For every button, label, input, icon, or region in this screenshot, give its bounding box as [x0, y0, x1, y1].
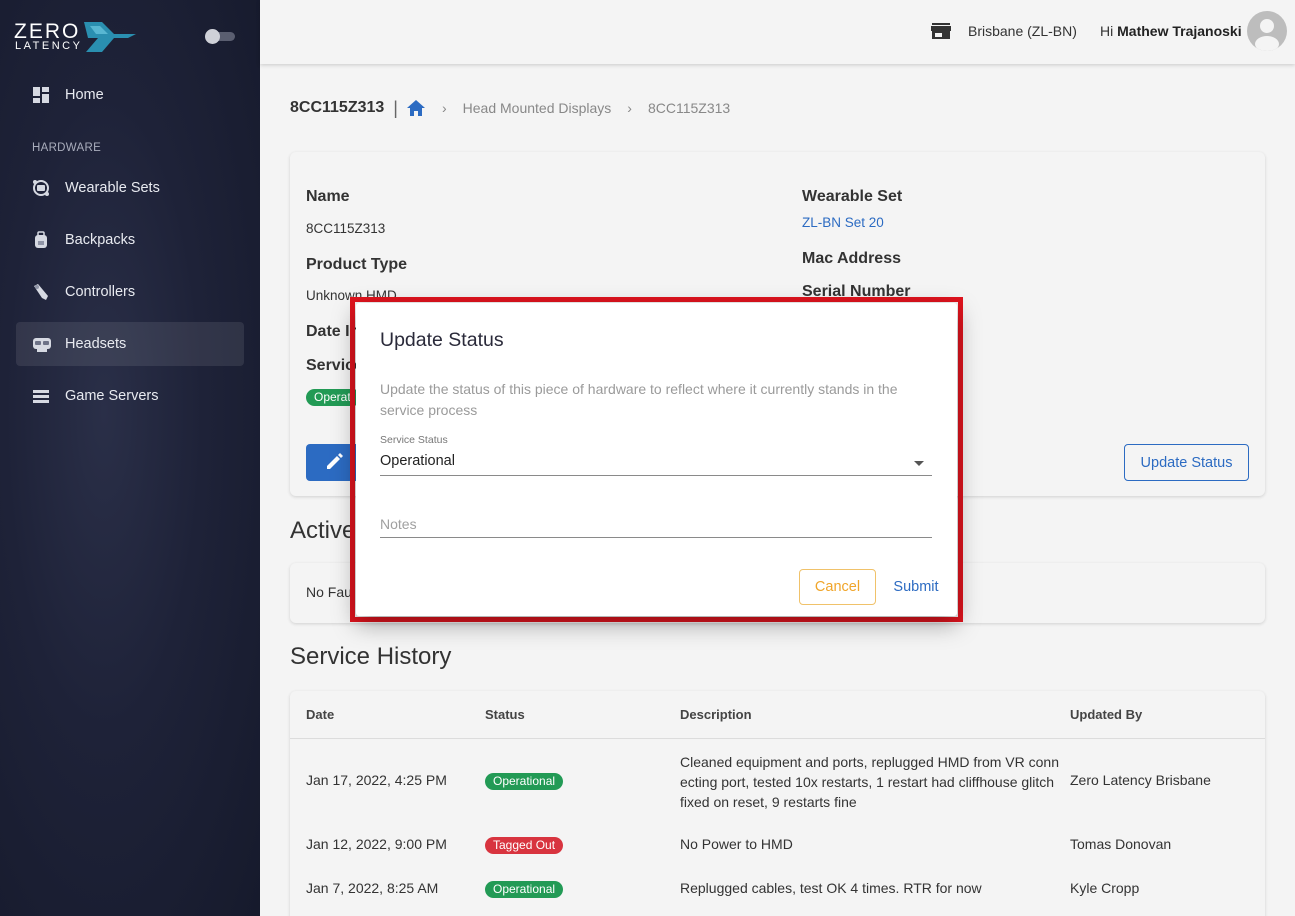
service-status-value: Operational	[380, 453, 455, 469]
modal-highlight-frame: Update Status Update the status of this …	[350, 297, 963, 622]
cancel-button[interactable]: Cancel	[799, 569, 876, 605]
dialog-description: Update the status of this piece of hardw…	[380, 381, 898, 418]
notes-placeholder: Notes	[380, 516, 417, 532]
dropdown-arrow-icon	[914, 461, 924, 466]
submit-button[interactable]: Submit	[886, 569, 946, 605]
notes-underline	[380, 537, 932, 538]
service-status-label: Service Status	[380, 434, 448, 446]
dialog-title: Update Status	[380, 329, 504, 351]
select-underline	[380, 475, 932, 476]
update-status-dialog: Update Status Update the status of this …	[356, 303, 957, 616]
